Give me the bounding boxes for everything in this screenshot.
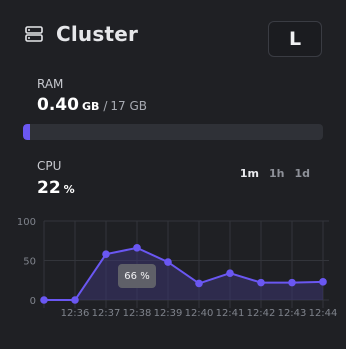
ram-total: 17 GB (110, 99, 148, 113)
ram-used-unit: GB (81, 100, 100, 113)
cpu-label: CPU (37, 159, 62, 173)
x-tick-label-12-37: 12:37 (92, 308, 121, 319)
cpu-chart: 05010012:36 12:37 12:38 12:39 12:40 12:41 12:4… (17, 217, 338, 319)
card-header: Cluster (24, 22, 138, 46)
ram-progress-bar (23, 124, 323, 140)
ram-label: RAM (37, 77, 64, 91)
x-tick-label-12-40: 12:40 (185, 308, 214, 319)
ram-progress-fill (23, 124, 31, 140)
cpu-point-4 (164, 258, 172, 266)
card-title: Cluster (56, 22, 139, 46)
cpu-point-2 (102, 250, 110, 258)
cpu-point-9 (319, 278, 327, 286)
range-tab-1d[interactable]: 1d (294, 167, 310, 180)
cpu-point-8 (288, 278, 296, 287)
cpu-point-1 (71, 296, 79, 304)
cluster-card: Cluster L RAM 0.40 GB / 17 GB CPU 22 % 1… (0, 0, 346, 349)
cpu-point-6 (226, 269, 234, 277)
y-tick-label-50: 50 (23, 257, 36, 268)
server-icon (24, 24, 44, 44)
x-tick-label-12-43: 12:43 (278, 308, 307, 319)
ram-separator: / (103, 99, 108, 113)
x-tick-label-12-38: 12:38 (123, 308, 152, 319)
ram-used-value: 0.40 (37, 95, 79, 115)
cpu-unit: % (63, 183, 75, 196)
ram-usage: 0.40 GB / 17 GB (37, 95, 147, 115)
time-range-tabs: 1m 1h 1d (240, 167, 310, 180)
x-tick-label-12-42: 12:42 (247, 308, 276, 319)
cpu-point-5 (195, 279, 203, 288)
range-tab-1h[interactable]: 1h (269, 167, 285, 180)
y-tick-label-0: 0 (30, 296, 36, 307)
x-tick-label-12-44: 12:44 (309, 308, 338, 319)
x-tick-label-12-41: 12:41 (216, 308, 245, 319)
cpu-usage: 22 % (37, 178, 75, 198)
cpu-value: 22 (37, 178, 61, 198)
x-tick-label-12-39: 12:39 (154, 308, 183, 319)
cpu-point-3 (133, 244, 141, 252)
size-button[interactable]: L (268, 21, 322, 57)
cpu-point-7 (257, 278, 265, 287)
x-tick-label-12-36: 12:36 (61, 308, 90, 319)
chart-tooltip: 66 % (118, 264, 156, 288)
cpu-point-0 (40, 296, 48, 304)
y-tick-label-100: 100 (17, 217, 36, 228)
range-tab-1m[interactable]: 1m (240, 167, 259, 180)
